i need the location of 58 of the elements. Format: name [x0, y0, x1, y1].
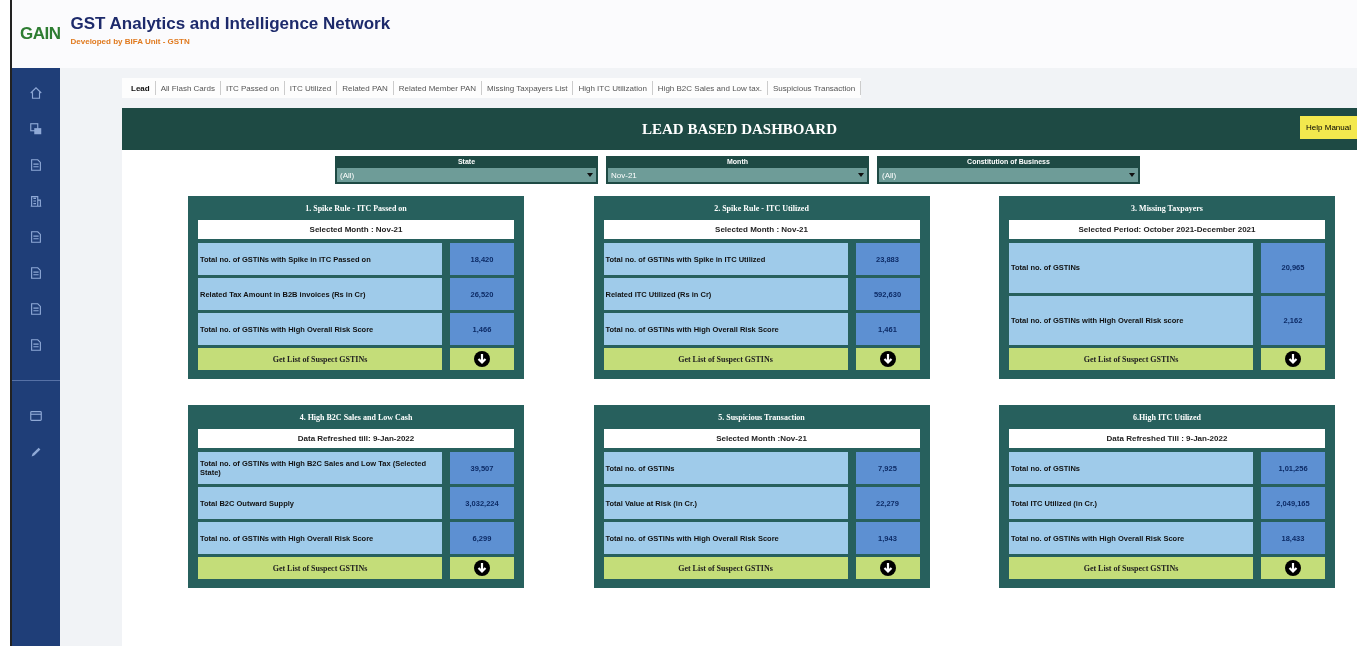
- tab[interactable]: All Flash Cards: [155, 81, 221, 95]
- card-subtitle: Selected Month :Nov-21: [603, 429, 920, 448]
- download-button[interactable]: [855, 348, 920, 370]
- card-title: 6.High ITC Utilized: [1132, 412, 1202, 424]
- download-icon: [879, 351, 896, 367]
- dropdown-caret-icon: [858, 173, 864, 177]
- card-subtitle: Selected Period: October 2021-December 2021: [1009, 220, 1325, 239]
- download-icon: [1285, 560, 1301, 576]
- download-button[interactable]: [1261, 557, 1325, 579]
- card-subtitle: Selected Month : Nov-21: [198, 220, 514, 239]
- app-title: GST Analytics and Intelligence Network: [70, 14, 391, 34]
- download-icon: [1285, 351, 1301, 367]
- card-title: 4. High B2C Sales and Low Cash: [298, 412, 414, 424]
- suspect-list-button[interactable]: Get List of Suspect GSTINs: [603, 557, 848, 579]
- suspect-list-button[interactable]: Get List of Suspect GSTINs: [1009, 348, 1253, 370]
- dropdown-caret-icon: [1129, 173, 1135, 177]
- download-icon: [474, 351, 490, 367]
- tab[interactable]: High B2C Sales and Low tax.: [652, 81, 768, 95]
- tab[interactable]: Related Member PAN: [393, 81, 483, 95]
- download-button[interactable]: [1261, 348, 1325, 370]
- tab[interactable]: High ITC Utilization: [573, 81, 653, 95]
- download-button[interactable]: [450, 557, 514, 579]
- document-icon[interactable]: [29, 302, 43, 316]
- building-icon[interactable]: [29, 194, 43, 208]
- suspect-list-button[interactable]: Get List of Suspect GSTINs: [198, 348, 442, 370]
- suspect-list-button[interactable]: Get List of Suspect GSTINs: [603, 348, 848, 370]
- card-title: 1. Spike Rule - ITC Passed on: [304, 203, 408, 215]
- tab[interactable]: ITC Passed on: [220, 81, 285, 95]
- card-subtitle: Selected Month : Nov-21: [603, 220, 920, 239]
- card-title: 3. Missing Taxpayers: [1130, 203, 1204, 215]
- download-button[interactable]: [450, 348, 514, 370]
- help-manual-button[interactable]: Help Manual: [1300, 116, 1357, 139]
- suspect-list-button[interactable]: Get List of Suspect GSTINs: [198, 557, 442, 579]
- home-icon[interactable]: [29, 86, 43, 100]
- card-title: 2. Spike Rule - ITC Utilized: [713, 203, 810, 215]
- layers-icon[interactable]: [29, 122, 43, 136]
- card-subtitle: Data Refreshed till: 9-Jan-2022: [198, 429, 514, 448]
- card-icon[interactable]: [29, 409, 43, 423]
- pen-icon[interactable]: [29, 445, 43, 459]
- dropdown-caret-icon: [587, 173, 593, 177]
- tab[interactable]: Missing Taxpayers List: [482, 81, 574, 95]
- suspect-list-button[interactable]: Get List of Suspect GSTINs: [1009, 557, 1253, 579]
- logo: GAIN: [20, 24, 61, 44]
- download-button[interactable]: [855, 557, 920, 579]
- tab[interactable]: Lead: [126, 81, 156, 95]
- tab[interactable]: Suspicious Transaction: [767, 81, 862, 95]
- tab[interactable]: Related PAN: [337, 81, 394, 95]
- app-subtitle: Developed by BIFA Unit - GSTN: [70, 37, 191, 46]
- download-icon: [474, 560, 490, 576]
- document-icon[interactable]: [29, 158, 43, 172]
- dashboard-title: LEAD BASED DASHBOARD: [641, 120, 837, 138]
- download-icon: [879, 560, 896, 576]
- document-icon[interactable]: [29, 230, 43, 244]
- card-subtitle: Data Refreshed Till : 9-Jan-2022: [1009, 429, 1325, 448]
- tab[interactable]: ITC Utilized: [284, 81, 338, 95]
- card-title: 5. Suspicious Transaction: [717, 412, 806, 424]
- document-icon[interactable]: [29, 266, 43, 280]
- document-icon[interactable]: [29, 338, 43, 352]
